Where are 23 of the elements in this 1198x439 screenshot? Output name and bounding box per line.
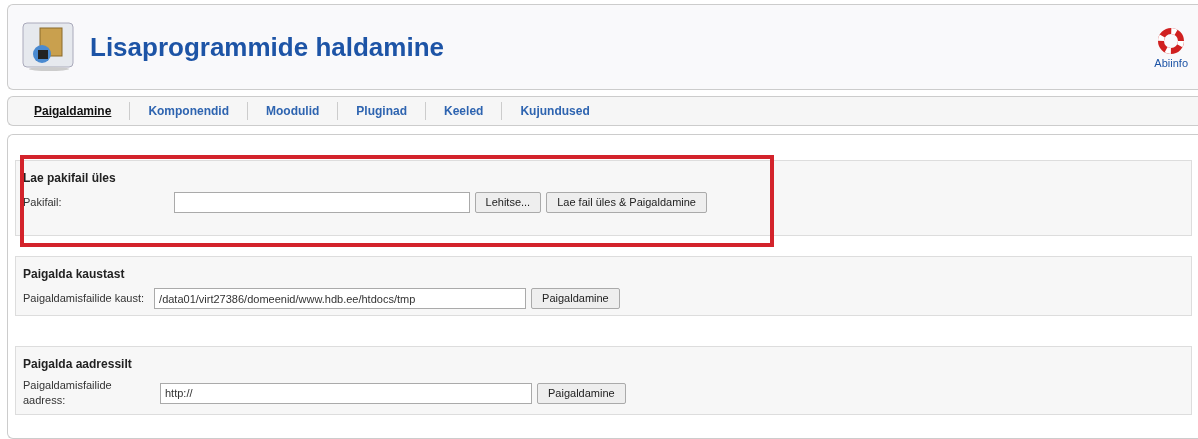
- form-button[interactable]: Paigaldamine: [531, 288, 620, 309]
- input-field[interactable]: /data01/virt27386/domeenid/www.hdb.ee/htdocs/tmp: [154, 288, 527, 309]
- input-field[interactable]: http://: [160, 382, 532, 404]
- help-link[interactable]: Abiinfo: [1154, 54, 1188, 72]
- tab[interactable]: Pluginad: [338, 102, 426, 120]
- tab[interactable]: Moodulid: [248, 102, 338, 120]
- form-button[interactable]: Lehitse...: [474, 192, 542, 213]
- form-button[interactable]: Lae fail üles & Paigaldamine: [546, 192, 707, 213]
- field-label: Paigaldamisfailide kaust:: [23, 291, 145, 307]
- tab[interactable]: Komponendid: [130, 102, 248, 120]
- form-button[interactable]: Paigaldamine: [537, 382, 626, 404]
- field-label: Pakifail:: [23, 195, 62, 211]
- tab[interactable]: Keeled: [426, 102, 502, 120]
- package-disk-icon: [22, 22, 76, 72]
- tab[interactable]: Kujundused: [502, 102, 608, 120]
- lifebuoy-icon[interactable]: [1158, 26, 1185, 55]
- page-title: Lisaprogrammide haldamine: [90, 30, 444, 64]
- field-label: Paigaldamisfailide aadress:: [23, 378, 113, 408]
- section-title: Paigalda kaustast: [23, 266, 126, 283]
- section-title: Paigalda aadressilt: [23, 356, 133, 373]
- input-field[interactable]: [173, 192, 470, 213]
- tab[interactable]: Paigaldamine: [34, 102, 130, 120]
- section-title: Lae pakifail üles: [23, 170, 117, 187]
